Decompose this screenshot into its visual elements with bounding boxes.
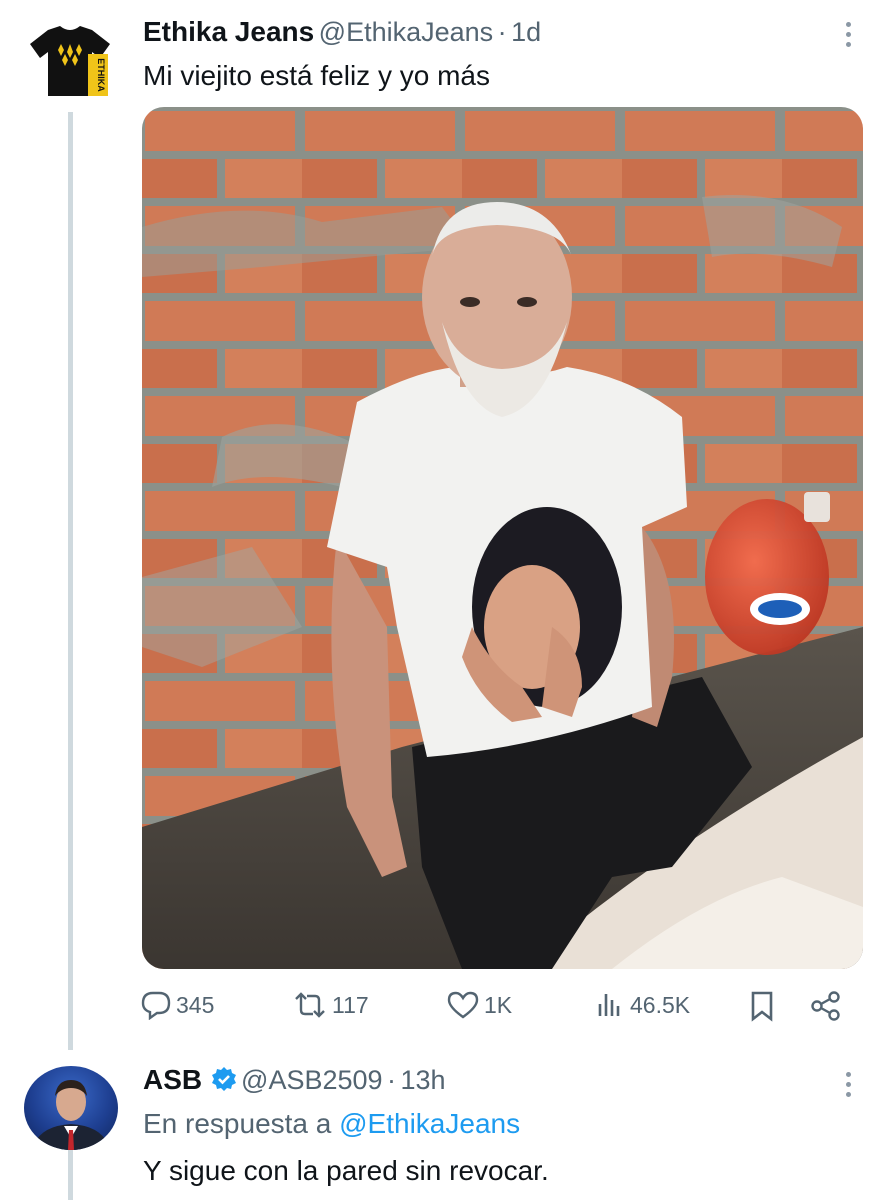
in-reply-to-prefix: En respuesta a bbox=[143, 1108, 332, 1139]
reply-author-name[interactable]: ASB bbox=[143, 1064, 202, 1095]
tweet-media[interactable] bbox=[142, 107, 863, 969]
in-reply-to-handle[interactable]: @EthikaJeans bbox=[339, 1108, 520, 1139]
tweet-text: Mi viejito está feliz y yo más bbox=[143, 60, 490, 91]
tweet-time[interactable]: 1d bbox=[511, 17, 541, 47]
like-icon bbox=[447, 991, 479, 1019]
reply-header: ASB @ASB2509 · 13h bbox=[143, 1064, 446, 1096]
retweet-button[interactable]: 117 bbox=[292, 990, 369, 1020]
reply-icon bbox=[141, 991, 171, 1020]
reply-separator-dot: · bbox=[386, 1065, 396, 1095]
reply-text: Y sigue con la pared sin revocar. bbox=[143, 1155, 549, 1186]
views-count: 46.5K bbox=[630, 991, 691, 1018]
author-name[interactable]: Ethika Jeans bbox=[143, 16, 314, 47]
thread-line-bottom bbox=[68, 1150, 73, 1200]
avatar-photo bbox=[32, 1080, 110, 1150]
bookmark-icon bbox=[751, 991, 773, 1022]
like-button[interactable]: 1K bbox=[446, 990, 512, 1020]
reply-author-handle[interactable]: @ASB2509 bbox=[241, 1065, 383, 1095]
views-icon bbox=[598, 994, 620, 1016]
retweet-icon bbox=[295, 992, 325, 1018]
like-count: 1K bbox=[484, 991, 513, 1018]
reply-button[interactable]: 345 bbox=[140, 990, 214, 1020]
reply-more-options-icon[interactable] bbox=[844, 1072, 852, 1097]
in-reply-to: En respuesta a @EthikaJeans bbox=[143, 1108, 520, 1140]
share-icon bbox=[811, 991, 840, 1021]
avatar-brand: ETHIKA bbox=[96, 58, 106, 92]
tweet-header: Ethika Jeans @EthikaJeans · 1d bbox=[143, 16, 541, 48]
share-button[interactable] bbox=[810, 990, 842, 1022]
reply-avatar[interactable] bbox=[24, 1066, 118, 1150]
avatar[interactable]: ETHIKA bbox=[26, 24, 114, 100]
tshirt-logo-icon: ETHIKA bbox=[30, 26, 110, 96]
reply-time[interactable]: 13h bbox=[400, 1065, 445, 1095]
photo-elderly-man-tshirt bbox=[142, 107, 863, 969]
reply-count: 345 bbox=[176, 991, 215, 1018]
more-options-icon[interactable] bbox=[844, 22, 852, 47]
retweet-count: 117 bbox=[332, 991, 369, 1018]
verified-badge-icon bbox=[211, 1067, 236, 1091]
thread-line bbox=[68, 112, 73, 1050]
author-handle[interactable]: @EthikaJeans bbox=[319, 17, 494, 47]
views-button[interactable]: 46.5K bbox=[596, 990, 690, 1020]
tweet-actions: 345 117 1K 46.5K bbox=[140, 990, 850, 1026]
separator-dot: · bbox=[497, 17, 507, 47]
bookmark-button[interactable] bbox=[748, 990, 776, 1022]
